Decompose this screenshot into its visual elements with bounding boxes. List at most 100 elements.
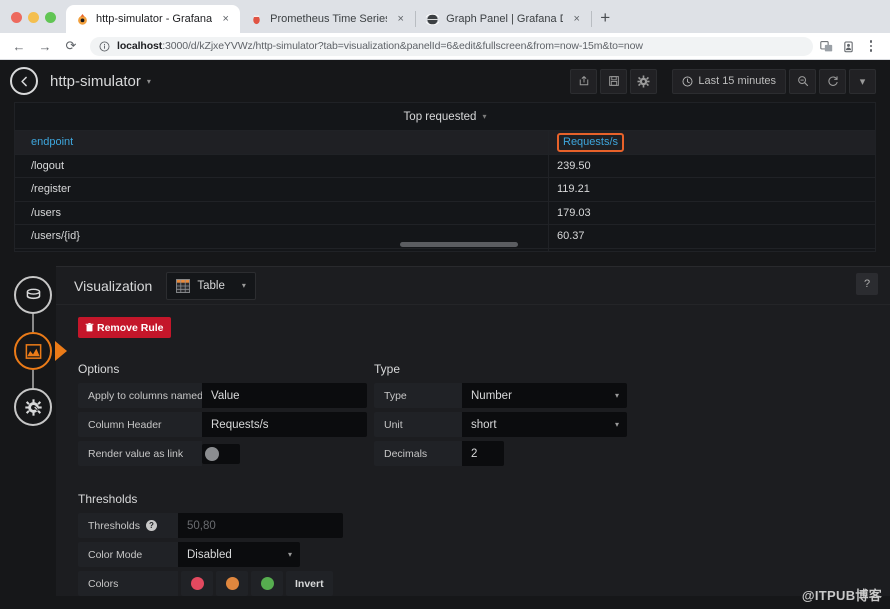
color-swatch-green-button[interactable] <box>251 571 283 596</box>
cell-endpoint: /register <box>31 183 71 196</box>
thresholds-section: Thresholds Thresholds ? 50,80 Color Mode <box>78 492 374 596</box>
color-swatch-orange-button[interactable] <box>216 571 248 596</box>
help-button[interactable]: ? <box>856 273 878 295</box>
type-select-value: Number <box>471 389 512 402</box>
dashboard-settings-button[interactable] <box>630 68 658 94</box>
window-traffic-lights <box>0 12 66 33</box>
table-row[interactable]: /users 179.03 <box>15 200 875 224</box>
browser-tab-2-close-icon[interactable]: × <box>394 13 407 26</box>
panel-title-menu[interactable]: Top requested ▾ <box>15 103 875 130</box>
sidebar-item-visualization[interactable] <box>14 332 67 370</box>
reload-icon[interactable]: ⟳ <box>58 33 84 59</box>
browser-tab-3-close-icon[interactable]: × <box>570 13 583 26</box>
thresholds-input[interactable]: 50,80 <box>178 513 343 538</box>
visualization-body: Remove Rule Options Apply to columns nam… <box>56 305 890 596</box>
profile-icon[interactable] <box>842 40 855 53</box>
color-swatch-orange <box>225 577 239 590</box>
browser-tab-1-close-icon[interactable]: × <box>219 13 232 26</box>
share-icon <box>579 76 589 86</box>
thresholds-label-text: Thresholds <box>88 519 140 532</box>
type-title: Type <box>374 362 401 376</box>
window-minimize-button[interactable] <box>28 12 39 23</box>
address-input[interactable]: localhost:3000/d/kZjxeYVWz/http-simulato… <box>90 36 813 56</box>
browser-tab-3-title: Graph Panel | Grafana Docume <box>446 13 563 25</box>
table-col-requests-header[interactable]: Requests/s <box>548 131 875 154</box>
sidebar-item-queries[interactable] <box>14 276 52 314</box>
browser-tab-2-title: Prometheus Time Series Collec <box>270 13 387 25</box>
table-horizontal-scrollbar[interactable] <box>400 242 518 247</box>
remove-rule-button[interactable]: Remove Rule <box>78 317 171 338</box>
forward-icon[interactable]: → <box>32 33 58 59</box>
visualization-type-select[interactable]: Table ▾ <box>166 271 256 300</box>
render-value-as-link-toggle[interactable] <box>202 443 240 464</box>
grafana-navbar: http-simulator ▾ Last 15 minutes ▾ <box>0 60 890 102</box>
table-row[interactable]: /register 119.21 <box>15 177 875 201</box>
omnibox-actions <box>820 40 890 53</box>
dashboard-title: http-simulator <box>50 72 141 90</box>
unit-select-value: short <box>471 418 497 431</box>
cell-requests: 417.20 <box>548 248 875 251</box>
clock-icon <box>682 76 693 86</box>
window-close-button[interactable] <box>11 12 22 23</box>
color-swatch-red-button[interactable] <box>181 571 213 596</box>
graph-icon <box>25 343 41 359</box>
chevron-down-icon: ▾ <box>614 420 619 429</box>
rail-connector-2 <box>32 370 34 388</box>
table-row[interactable]: /logout 239.50 <box>15 153 875 177</box>
field-thresholds: Thresholds ? 50,80 <box>78 513 374 538</box>
panel-preview: Top requested ▾ endpoint Requests/s /logo… <box>14 102 876 252</box>
browser-tab-2[interactable]: Prometheus Time Series Collec × <box>240 5 415 33</box>
globe-icon <box>426 13 440 25</box>
help-circle-icon[interactable]: ? <box>145 520 157 531</box>
field-label: Render value as link <box>78 441 202 466</box>
field-label: Apply to columns named <box>78 383 203 408</box>
share-panel-button[interactable] <box>570 68 598 94</box>
new-tab-button[interactable]: + <box>592 5 618 31</box>
refresh-button[interactable] <box>819 68 846 94</box>
field-decimals: Decimals 2 <box>374 441 644 466</box>
decimals-input[interactable]: 2 <box>462 441 504 466</box>
cell-endpoint: /users <box>31 206 61 219</box>
sidebar-item-general[interactable] <box>14 388 52 426</box>
field-label: Colors <box>78 571 178 596</box>
refresh-interval-dropdown[interactable]: ▾ <box>849 68 876 94</box>
save-dashboard-button[interactable] <box>600 68 628 94</box>
type-select[interactable]: Number ▾ <box>462 383 627 408</box>
zoom-out-time-button[interactable] <box>789 68 816 94</box>
back-to-dashboard-button[interactable] <box>10 67 38 95</box>
field-label: Column Header <box>78 412 202 437</box>
refresh-icon <box>827 76 838 86</box>
browser-tab-1[interactable]: http-simulator - Grafana × <box>66 5 241 33</box>
translate-icon[interactable] <box>820 40 833 53</box>
browser-tab-3[interactable]: Graph Panel | Grafana Docume × <box>416 5 591 33</box>
table-col-endpoint-header[interactable]: endpoint <box>15 136 548 148</box>
field-type: Type Number ▾ <box>374 383 644 408</box>
gear-wrench-icon <box>24 398 42 416</box>
back-icon[interactable]: ← <box>6 33 32 59</box>
field-label: Color Mode <box>78 542 178 567</box>
unit-select[interactable]: short ▾ <box>462 412 627 437</box>
chevron-down-icon: ▾ <box>241 281 246 290</box>
toggle-knob <box>205 446 219 461</box>
cell-endpoint: /users/{id} <box>31 230 80 243</box>
cell-requests: 119.21 <box>548 178 875 201</box>
apply-to-columns-input[interactable]: Value <box>202 383 367 408</box>
chevron-down-icon: ▾ <box>614 391 619 400</box>
table-row[interactable]: /login 417.20 <box>15 247 875 251</box>
visualization-header: Visualization Table ▾ ? <box>56 267 890 305</box>
highlighted-column-header: Requests/s <box>557 132 625 152</box>
column-header-input[interactable]: Requests/s <box>202 412 367 437</box>
window-maximize-button[interactable] <box>45 12 56 23</box>
visualization-type-label: Table <box>197 279 225 292</box>
database-icon <box>26 288 40 299</box>
browser-menu-icon[interactable] <box>864 40 878 52</box>
invert-colors-button[interactable]: Invert <box>286 571 333 596</box>
field-color-mode: Color Mode Disabled ▾ <box>78 542 374 567</box>
time-range-picker[interactable]: Last 15 minutes <box>672 68 786 94</box>
field-label: Type <box>374 383 462 408</box>
color-mode-select[interactable]: Disabled ▾ <box>178 542 300 567</box>
address-path: :3000/d/kZjxeYVWz/http-simulator?tab=vis… <box>162 40 643 52</box>
dashboard-title-menu[interactable]: http-simulator ▾ <box>50 73 151 90</box>
cell-requests: 60.37 <box>548 225 875 248</box>
save-icon <box>609 76 619 86</box>
